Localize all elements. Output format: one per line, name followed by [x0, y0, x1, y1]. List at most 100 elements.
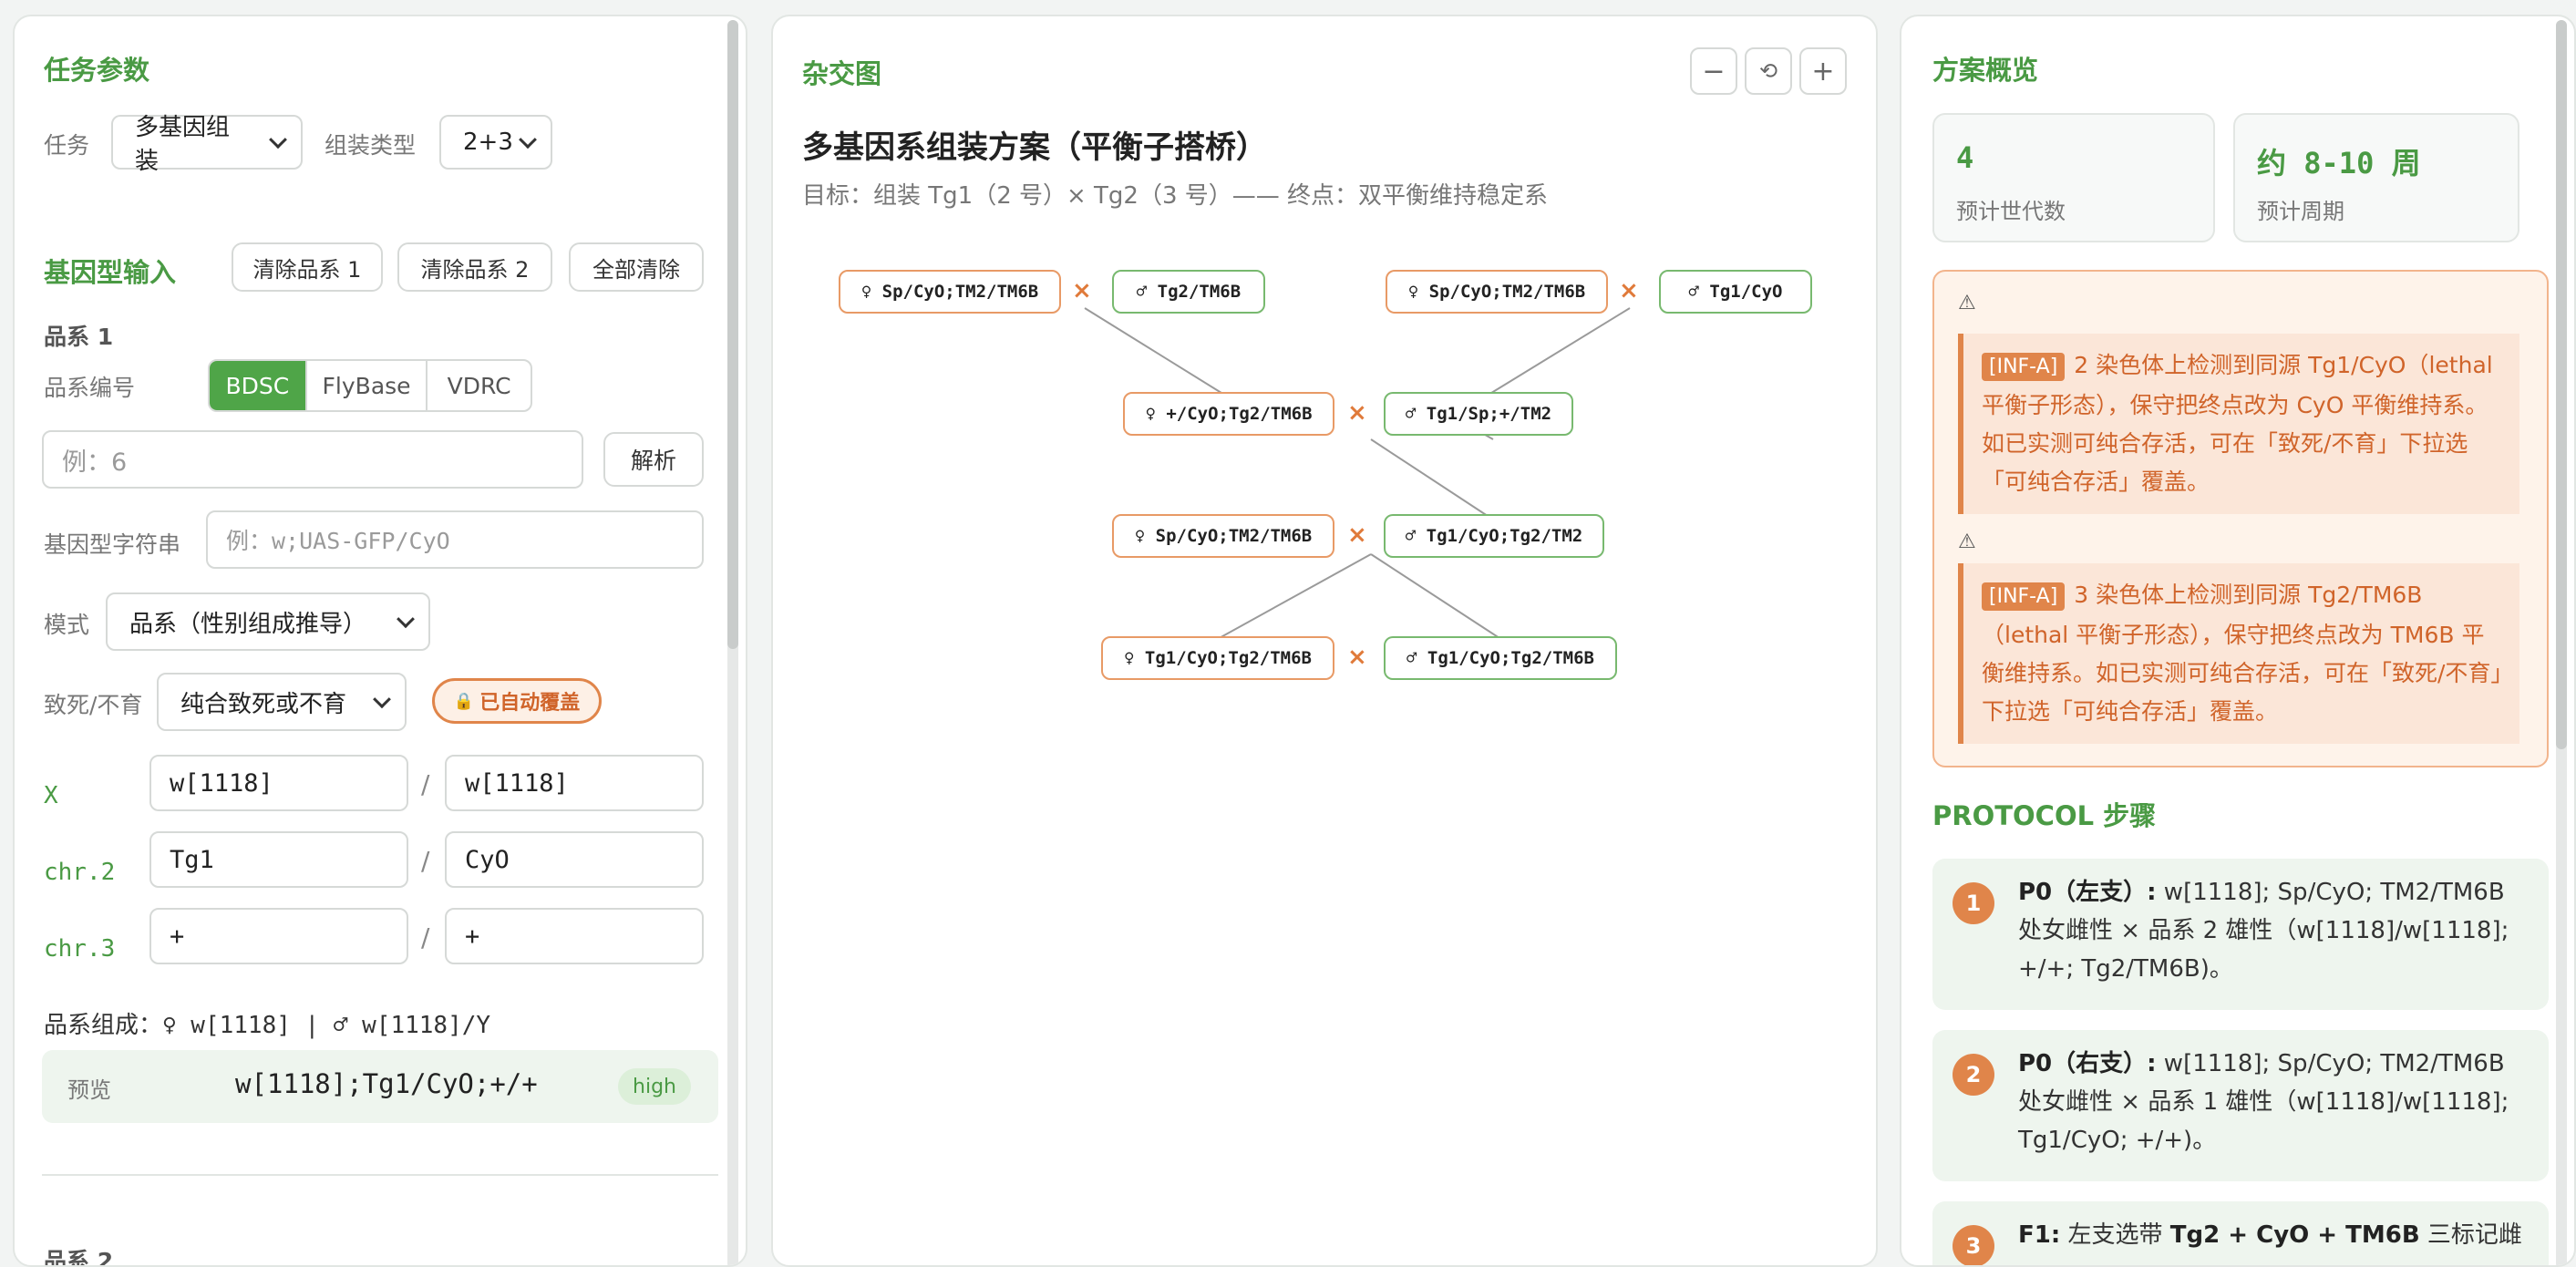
warning-item: [INF-A] 2 染色体上检测到同源 Tg1/CyO（lethal 平衡子形态）… [1958, 334, 2519, 514]
cross-symbol: × [1072, 277, 1092, 304]
genotype-preview: 预览 w[1118];Tg1/CyO;+/+ high [42, 1050, 718, 1123]
chr-x-allele-a[interactable]: w[1118] [149, 755, 408, 811]
protocol-step: 3 F1: 左支选带 Tg2 + CyO + TM6B 三标记雌 [1932, 1201, 2549, 1265]
chevron-down-icon [269, 130, 287, 149]
mode-select-value: 品系（性别组成推导） [129, 610, 367, 638]
allele-separator: / [421, 769, 430, 799]
mode-select[interactable]: 品系（性别组成推导） [106, 592, 430, 651]
generations-value: 4 [1956, 140, 1974, 175]
step-text: F1: 左支选带 Tg2 + CyO + TM6B 三标记雌 [2018, 1216, 2527, 1254]
allele-separator: / [421, 922, 430, 953]
step-number: 2 [1953, 1054, 1994, 1096]
warning-icon: ⚠ [1958, 292, 1976, 314]
step-head: P0（右支）: [2018, 1050, 2157, 1077]
warnings-box: ⚠ [INF-A] 2 染色体上检测到同源 Tg1/CyO（lethal 平衡子形… [1932, 270, 2549, 767]
right-scrollbar-thumb[interactable] [2556, 20, 2567, 749]
left-scrollbar-thumb[interactable] [727, 20, 738, 649]
assembly-type-value: 2+3 [463, 129, 513, 156]
source-vdrc[interactable]: VDRC [428, 361, 531, 410]
cross-symbol: × [1619, 277, 1639, 304]
clear-strain1-button[interactable]: 清除品系 1 [232, 242, 383, 292]
preview-value: w[1118];Tg1/CyO;+/+ [235, 1068, 538, 1099]
genotype-string-input[interactable]: 例：w;UAS-GFP/CyO [206, 510, 704, 569]
strain1-title: 品系 1 [44, 324, 114, 350]
cross-diagram-panel: 杂交图 − ⟲ + 多基因系组装方案（平衡子搭桥） 目标：组装 Tg1（2 号）… [771, 15, 1878, 1267]
auto-override-label: 已自动覆盖 [479, 692, 581, 715]
chr3-allele-b[interactable]: + [445, 908, 704, 964]
plan-overview-panel: 方案概览 4 预计世代数 约 8-10 周 预计周期 ⚠ [INF-A] 2 染色… [1900, 15, 2576, 1267]
auto-override-badge: 🔒 已自动覆盖 [432, 678, 602, 724]
step-text: P0（右支）: w[1118]; Sp/CyO; TM2/TM6B 处女雌性 ×… [2018, 1045, 2527, 1159]
chr3-allele-a[interactable]: + [149, 908, 408, 964]
assembly-type-label: 组装类型 [325, 132, 417, 159]
cross-symbol: × [1347, 644, 1367, 671]
period-stat: 约 8-10 周 预计周期 [2233, 113, 2519, 242]
clear-strain2-button[interactable]: 清除品系 2 [397, 242, 552, 292]
chr-x-allele-b[interactable]: w[1118] [445, 755, 704, 811]
lethal-select-value: 纯合致死或不育 [180, 690, 347, 718]
task-select[interactable]: 多基因组装 [111, 114, 303, 175]
strain-id-label: 品系编号 [44, 375, 136, 401]
strain-composition: 品系组成：♀ w[1118] | ♂ w[1118]/Y [44, 1012, 491, 1039]
panel-title: 方案概览 [1932, 55, 2039, 86]
cross-symbol: × [1347, 399, 1367, 427]
warning-item: [INF-A] 3 染色体上检测到同源 Tg2/TM6B（lethal 平衡子形态… [1958, 563, 2519, 744]
chr-x-label: X [44, 782, 58, 809]
cross-node[interactable]: ♀ Sp/CyO;TM2/TM6B [839, 270, 1061, 314]
period-label: 预计周期 [2257, 199, 2344, 224]
cross-node[interactable]: ♀ Sp/CyO;TM2/TM6B [1112, 514, 1334, 558]
confidence-badge: high [618, 1068, 691, 1105]
lethal-label: 致死/不育 [44, 692, 143, 718]
source-segmented-control: BDSC FlyBase VDRC [208, 359, 532, 412]
task-parameters-panel: 任务参数 任务 多基因组装 组装类型 2+3 基因型输入 清除品系 1 清除品系… [13, 15, 747, 1267]
parse-button[interactable]: 解析 [603, 432, 704, 487]
step-number: 1 [1953, 882, 1994, 924]
cross-node[interactable]: ♀ Sp/CyO;TM2/TM6B [1386, 270, 1608, 314]
step-text: P0（左支）: w[1118]; Sp/CyO; TM2/TM6B 处女雌性 ×… [2018, 873, 2527, 988]
period-value: 约 8-10 周 [2257, 146, 2421, 180]
protocol-title: PROTOCOL 步骤 [1932, 800, 2157, 831]
cross-node[interactable]: ♀ Tg1/CyO;Tg2/TM6B [1101, 636, 1334, 680]
cross-node[interactable]: ♂ Tg1/CyO;Tg2/TM6B [1384, 636, 1617, 680]
divider [42, 1174, 718, 1176]
strain2-title: 品系 2 [44, 1248, 114, 1267]
assembly-type-select[interactable]: 2+3 [439, 115, 552, 170]
warning-icon: ⚠ [1958, 530, 1976, 553]
cross-node[interactable]: ♀ +/CyO;Tg2/TM6B [1123, 392, 1334, 436]
panel-title: 任务参数 [44, 55, 150, 86]
generations-stat: 4 预计世代数 [1932, 113, 2215, 242]
clear-all-button[interactable]: 全部清除 [569, 242, 704, 292]
step-tail: 三标记雌 [2419, 1221, 2522, 1249]
step-number: 3 [1953, 1225, 1994, 1265]
chr2-allele-a[interactable]: Tg1 [149, 831, 408, 888]
chr2-label: chr.2 [44, 859, 116, 886]
warning-tag: [INF-A] [1982, 353, 2066, 381]
chr3-label: chr.3 [44, 935, 116, 963]
generations-label: 预计世代数 [1956, 199, 2066, 224]
lethal-select[interactable]: 纯合致死或不育 [157, 673, 407, 731]
task-label: 任务 [44, 132, 90, 159]
stock-number-input[interactable]: 例：6 [42, 430, 583, 489]
cross-node[interactable]: ♂ Tg1/CyO;Tg2/TM2 [1384, 514, 1604, 558]
warning-tag: [INF-A] [1982, 582, 2066, 611]
source-bdsc[interactable]: BDSC [210, 361, 307, 410]
cross-node[interactable]: ♂ Tg2/TM6B [1112, 270, 1265, 314]
genotype-input-title: 基因型输入 [44, 257, 177, 288]
preview-label: 预览 [67, 1077, 111, 1103]
genotype-string-label: 基因型字符串 [44, 531, 181, 558]
cross-node[interactable]: ♂ Tg1/CyO [1659, 270, 1812, 314]
cross-node[interactable]: ♂ Tg1/Sp;+/TM2 [1384, 392, 1573, 436]
chevron-down-icon [397, 610, 415, 629]
step-bold: Tg2 + CyO + TM6B [2169, 1221, 2420, 1249]
chr2-allele-b[interactable]: CyO [445, 831, 704, 888]
protocol-step: 2 P0（右支）: w[1118]; Sp/CyO; TM2/TM6B 处女雌性… [1932, 1030, 2549, 1181]
allele-separator: / [421, 846, 430, 876]
task-select-value: 多基因组装 [135, 114, 231, 175]
mode-label: 模式 [44, 612, 90, 638]
step-head: F1: [2018, 1221, 2061, 1249]
chevron-down-icon [373, 690, 391, 709]
lock-icon: 🔒 [453, 691, 475, 711]
step-head: P0（左支）: [2018, 879, 2157, 906]
cross-symbol: × [1347, 521, 1367, 549]
source-flybase[interactable]: FlyBase [307, 361, 428, 410]
